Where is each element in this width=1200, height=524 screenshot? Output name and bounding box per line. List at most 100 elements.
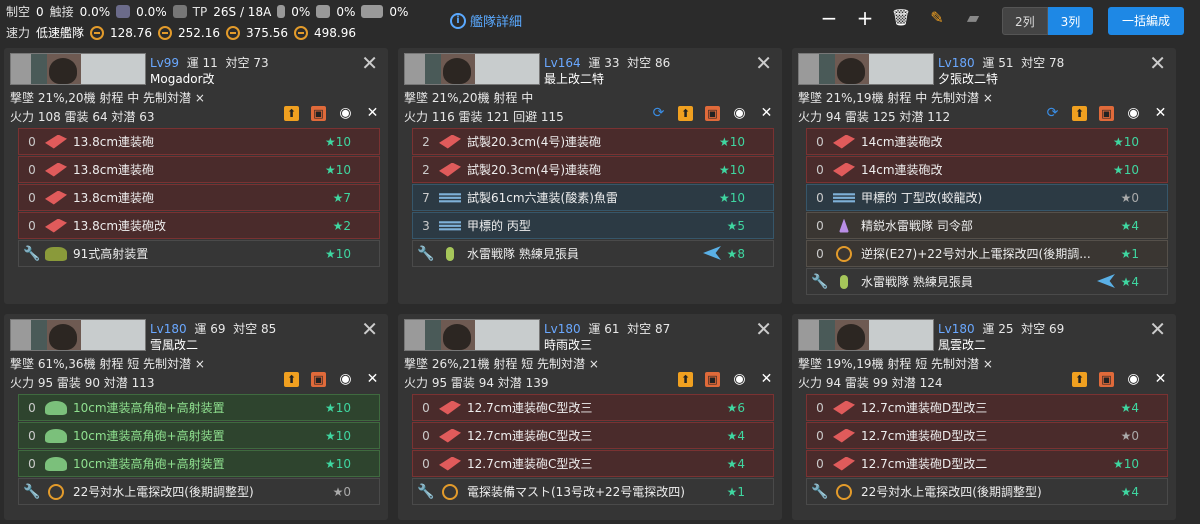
radar-equipment-icon <box>836 483 852 500</box>
improvement-level: ★2 <box>332 219 351 233</box>
eye-icon[interactable]: ◉ <box>1126 372 1141 387</box>
clear-equip-icon[interactable]: ✕ <box>365 106 380 121</box>
equipment-slot[interactable]: 7 試製61cm六連装(酸素)魚雷 ★10 <box>412 184 774 211</box>
summary-row-2: 速力 低速艦隊 128.76 252.16 375.56 498.96 <box>6 24 356 41</box>
trash-icon[interactable]: 🗑 <box>890 6 912 30</box>
equipment-slot[interactable]: 0 14cm連装砲改 ★10 <box>806 128 1168 155</box>
equipment-slot[interactable]: 0 逆探(E27)+22号対水上電探改四(後期調... ★1 <box>806 240 1168 267</box>
refresh-icon[interactable]: ⟳ <box>651 106 666 121</box>
equipment-slot[interactable]: 0 12.7cm連装砲D型改三 ★4 <box>806 394 1168 421</box>
equipment-slot[interactable]: 2 試製20.3cm(4号)連装砲 ★10 <box>412 128 774 155</box>
minus-icon[interactable]: − <box>818 6 840 30</box>
luck-label: 運 <box>982 56 995 70</box>
item-box-icon[interactable]: ▣ <box>1099 106 1114 121</box>
ship-portrait <box>49 58 77 84</box>
equipment-slot[interactable]: 3 甲標的 丙型 ★5 <box>412 212 774 239</box>
equipment-slot[interactable]: 0 13.8cm連装砲 ★10 <box>18 128 380 155</box>
equipment-slot[interactable]: 🔧 水雷戦隊 熟練見張員 ★8 <box>412 240 774 267</box>
clear-equip-icon[interactable]: ✕ <box>1153 372 1168 387</box>
clear-equip-icon[interactable]: ✕ <box>365 372 380 387</box>
eye-icon[interactable]: ◉ <box>1126 106 1141 121</box>
eye-icon[interactable]: ◉ <box>338 372 353 387</box>
torp-equipment-icon <box>439 221 461 231</box>
equipment-slot[interactable]: 🔧 電探装備マスト(13号改+22号電探改四) ★1 <box>412 478 774 505</box>
gun-equipment-icon <box>833 428 855 443</box>
clear-equip-icon[interactable]: ✕ <box>759 106 774 121</box>
item-box-icon[interactable]: ▣ <box>705 106 720 121</box>
remove-ship-icon[interactable]: ✕ <box>755 52 772 74</box>
slot-count: 0 <box>816 162 824 177</box>
equipment-slot[interactable]: 🔧 水雷戦隊 熟練見張員 ★4 <box>806 268 1168 295</box>
eye-icon[interactable]: ◉ <box>732 372 747 387</box>
ship-stats-header: Lv180 運 25 対空 69 <box>938 320 1064 337</box>
item-box-icon[interactable]: ▣ <box>1099 372 1114 387</box>
ship-banner[interactable] <box>10 319 146 351</box>
two-column-button[interactable]: 2列 <box>1002 7 1048 35</box>
ship-name: 夕張改二特 <box>938 72 999 86</box>
item-box-icon[interactable]: ▣ <box>705 372 720 387</box>
equipment-slot[interactable]: 0 14cm連装砲改 ★10 <box>806 156 1168 183</box>
upgrade-icon[interactable]: ⬆ <box>1072 106 1087 121</box>
ship-air-line: 撃墜 21%,20機 射程 中 <box>404 91 534 105</box>
equipment-slot[interactable]: 0 精鋭水雷戦隊 司令部 ★4 <box>806 212 1168 239</box>
equipment-slot[interactable]: 0 12.7cm連装砲D型改二 ★10 <box>806 450 1168 477</box>
equipment-slot[interactable]: 0 12.7cm連装砲C型改三 ★4 <box>412 422 774 449</box>
upgrade-icon[interactable]: ⬆ <box>1072 372 1087 387</box>
ship-banner[interactable] <box>798 53 934 85</box>
three-column-button[interactable]: 3列 <box>1047 7 1094 35</box>
ship-banner[interactable] <box>798 319 934 351</box>
upgrade-icon[interactable]: ⬆ <box>678 106 693 121</box>
upgrade-icon[interactable]: ⬆ <box>284 106 299 121</box>
equipment-slot[interactable]: 2 試製20.3cm(4号)連装砲 ★10 <box>412 156 774 183</box>
equipment-slot[interactable]: 0 13.8cm連装砲 ★10 <box>18 156 380 183</box>
clear-equip-icon[interactable]: ✕ <box>1153 106 1168 121</box>
equipment-slot[interactable]: 0 12.7cm連装砲D型改三 ★0 <box>806 422 1168 449</box>
refresh-icon[interactable]: ⟳ <box>1045 106 1060 121</box>
equipment-slot[interactable]: 0 12.7cm連装砲C型改三 ★4 <box>412 450 774 477</box>
luck-value: 33 <box>604 56 620 70</box>
ship-banner[interactable] <box>10 53 146 85</box>
equipment-slot[interactable]: 🔧 91式高射装置 ★10 <box>18 240 380 267</box>
improvement-level: ★4 <box>1120 275 1139 289</box>
bulk-organize-button[interactable]: 一括編成 <box>1108 7 1185 35</box>
info-icon: i <box>450 12 466 29</box>
remove-ship-icon[interactable]: ✕ <box>361 318 378 340</box>
equipment-slot[interactable]: 0 10cm連装高角砲+高射装置 ★10 <box>18 450 380 477</box>
tp-value: 26S / 18A <box>213 4 272 19</box>
los-gauge-icon <box>226 25 241 40</box>
upgrade-icon[interactable]: ⬆ <box>678 372 693 387</box>
ship-banner[interactable] <box>404 319 540 351</box>
upgrade-icon[interactable]: ⬆ <box>284 372 299 387</box>
cards-icon[interactable]: ▰ <box>962 6 984 30</box>
item-box-icon[interactable]: ▣ <box>311 106 326 121</box>
eye-icon[interactable]: ◉ <box>338 106 353 121</box>
edit-note-icon[interactable]: ✎ <box>926 6 948 30</box>
ship-banner[interactable] <box>404 53 540 85</box>
plus-icon[interactable]: + <box>854 6 876 30</box>
equipment-slot[interactable]: 0 10cm連装高角砲+高射装置 ★10 <box>18 394 380 421</box>
luck-value: 69 <box>210 322 226 336</box>
clear-equip-icon[interactable]: ✕ <box>759 372 774 387</box>
remove-ship-icon[interactable]: ✕ <box>1149 318 1166 340</box>
eye-icon[interactable]: ◉ <box>732 106 747 121</box>
item-box-icon[interactable]: ▣ <box>311 372 326 387</box>
equipment-slot[interactable]: 🔧 22号対水上電探改四(後期調整型) ★0 <box>18 478 380 505</box>
fleet-details-link[interactable]: i 艦隊詳細 <box>450 11 522 30</box>
equipment-slot[interactable]: 0 13.8cm連装砲 ★7 <box>18 184 380 211</box>
equipment-slot[interactable]: 0 12.7cm連装砲C型改三 ★6 <box>412 394 774 421</box>
equipment-slot[interactable]: 0 13.8cm連装砲改 ★2 <box>18 212 380 239</box>
remove-ship-icon[interactable]: ✕ <box>1149 52 1166 74</box>
gun-equipment-icon <box>45 134 67 149</box>
aa-equipment-icon <box>45 456 67 471</box>
ship-portrait <box>443 58 471 84</box>
remove-ship-icon[interactable]: ✕ <box>361 52 378 74</box>
equipment-slot[interactable]: 0 甲標的 丁型改(蛟龍改) ★0 <box>806 184 1168 211</box>
improvement-level: ★5 <box>726 219 745 233</box>
slot-count: 0 <box>422 456 430 471</box>
improvement-level: ★10 <box>1112 457 1139 471</box>
equipment-slot[interactable]: 0 10cm連装高角砲+高射装置 ★10 <box>18 422 380 449</box>
ship-air-line: 撃墜 26%,21機 射程 短 先制対潜 × <box>404 357 599 371</box>
look-equipment-icon <box>840 274 848 289</box>
remove-ship-icon[interactable]: ✕ <box>755 318 772 340</box>
equipment-slot[interactable]: 🔧 22号対水上電探改四(後期調整型) ★4 <box>806 478 1168 505</box>
